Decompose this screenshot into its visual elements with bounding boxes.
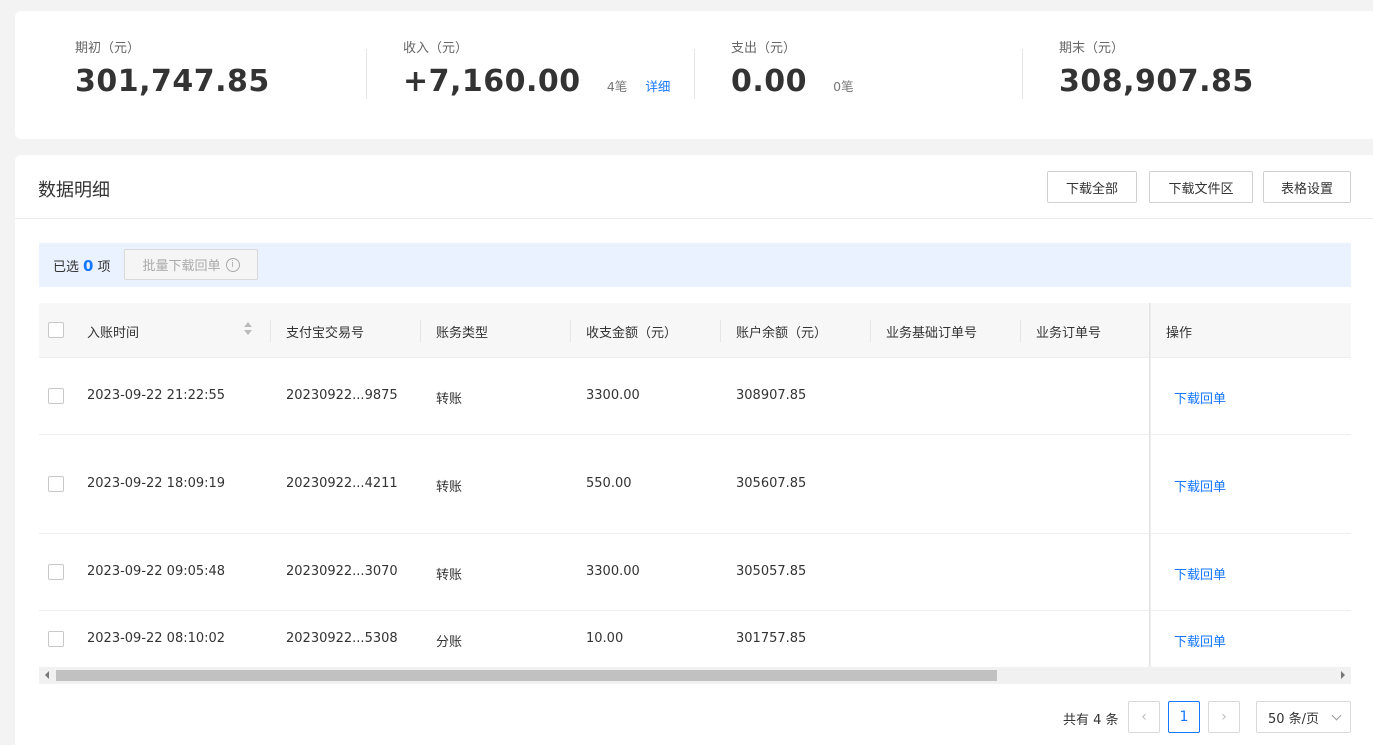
cell-amount: 3300.00 — [586, 564, 640, 579]
page-number-button[interactable]: 1 — [1168, 701, 1200, 733]
row-checkbox[interactable] — [48, 476, 64, 492]
next-page-button[interactable]: › — [1208, 701, 1240, 733]
sort-icon[interactable] — [244, 322, 252, 336]
cell-balance: 305057.85 — [736, 564, 807, 579]
divider — [366, 49, 367, 99]
chevron-right-icon: › — [1221, 709, 1227, 725]
prev-page-button[interactable]: ‹ — [1128, 701, 1160, 733]
col-divider — [270, 320, 271, 342]
stat-income-label: 收入（元） — [403, 41, 469, 56]
horizontal-scrollbar[interactable] — [39, 667, 1351, 684]
stat-income-value: +7,160.00 — [403, 64, 581, 99]
detail-card: 数据明细 下载全部 下载文件区 表格设置 已选 0 项 批量下载回单 i 入账时间 … — [15, 155, 1373, 745]
col-header[interactable]: 入账时间 — [87, 322, 139, 341]
divider — [1022, 49, 1023, 99]
cell-trade-no: 20230922...3070 — [286, 564, 398, 579]
selection-prefix: 已选 — [53, 260, 80, 275]
row-checkbox[interactable] — [48, 564, 64, 580]
cell-time: 2023-09-22 18:09:19 — [87, 476, 226, 491]
col-header: 操作 — [1166, 326, 1193, 341]
cell-amount: 550.00 — [586, 476, 632, 491]
cell-type: 转账 — [436, 480, 463, 495]
download-all-button[interactable]: 下载全部 — [1047, 171, 1137, 203]
cell-amount: 3300.00 — [586, 388, 640, 403]
download-receipt-link[interactable]: 下载回单 — [1174, 631, 1226, 650]
stat-expense: 支出（元） 0.00 0笔 — [731, 37, 854, 99]
cell-type: 转账 — [436, 392, 463, 407]
scrollbar-thumb[interactable] — [56, 670, 997, 681]
select-all-checkbox[interactable] — [48, 322, 64, 338]
detail-title: 数据明细 — [38, 180, 110, 201]
cell-amount: 10.00 — [586, 631, 624, 646]
table-header: 入账时间 支付宝交易号 账务类型 收支金额（元） 账户余额（元） 业务基础订单号… — [39, 303, 1351, 358]
divider — [694, 49, 695, 99]
col-header: 收支金额（元） — [586, 326, 678, 341]
cell-balance: 301757.85 — [736, 631, 807, 646]
selection-text: 已选 0 项 — [53, 256, 110, 275]
cell-trade-no: 20230922...4211 — [286, 476, 398, 491]
cell-time: 2023-09-22 21:22:55 — [87, 388, 226, 403]
table-row: 2023-09-22 18:09:19 20230922...4211 转账 5… — [39, 435, 1351, 534]
col-divider — [720, 320, 721, 342]
info-circle-icon: i — [225, 257, 240, 272]
chevron-down-icon — [1331, 710, 1342, 721]
cell-type: 分账 — [436, 635, 463, 650]
selection-bar: 已选 0 项 批量下载回单 i — [39, 243, 1351, 287]
table-row: 2023-09-22 09:05:48 20230922...3070 转账 3… — [39, 534, 1351, 611]
col-header: 业务基础订单号 — [886, 326, 978, 341]
cell-balance: 308907.85 — [736, 388, 807, 403]
stat-closing-value: 308,907.85 — [1059, 64, 1254, 99]
pagination-total: 共有 4 条 — [1063, 713, 1119, 728]
detail-header: 数据明细 下载全部 下载文件区 表格设置 — [15, 155, 1373, 219]
cell-time: 2023-09-22 08:10:02 — [87, 631, 226, 646]
summary-card: 期初（元） 301,747.85 收入（元） +7,160.00 4笔 详细 支… — [15, 11, 1373, 139]
batch-download-label: 批量下载回单 — [142, 259, 221, 274]
stat-closing-label: 期末（元） — [1059, 41, 1125, 56]
stat-expense-label: 支出（元） — [731, 41, 797, 56]
selection-suffix: 项 — [97, 260, 111, 275]
stat-opening-label: 期初（元） — [75, 41, 141, 56]
cell-type: 转账 — [436, 568, 463, 583]
scroll-left-icon[interactable] — [45, 671, 49, 679]
col-divider — [570, 320, 571, 342]
cell-trade-no: 20230922...5308 — [286, 631, 398, 646]
col-divider — [1020, 320, 1021, 342]
cell-trade-no: 20230922...9875 — [286, 388, 398, 403]
download-files-button[interactable]: 下载文件区 — [1149, 171, 1253, 203]
table-settings-button[interactable]: 表格设置 — [1263, 171, 1351, 203]
page-size-label: 50 条/页 — [1268, 711, 1320, 727]
col-divider — [420, 320, 421, 342]
stat-income-count: 4笔 — [606, 79, 628, 94]
batch-download-button[interactable]: 批量下载回单 i — [124, 249, 258, 280]
stat-expense-value: 0.00 — [731, 64, 808, 99]
col-header: 支付宝交易号 — [286, 326, 365, 341]
scroll-right-icon[interactable] — [1341, 671, 1345, 679]
stat-opening-value: 301,747.85 — [75, 64, 270, 99]
download-receipt-link[interactable]: 下载回单 — [1174, 476, 1226, 495]
download-receipt-link[interactable]: 下载回单 — [1174, 388, 1226, 407]
col-header: 账户余额（元） — [736, 326, 828, 341]
fixed-column-shadow — [1149, 303, 1151, 668]
col-divider — [870, 320, 871, 342]
table-row: 2023-09-22 08:10:02 20230922...5308 分账 1… — [39, 611, 1351, 667]
stat-opening: 期初（元） 301,747.85 — [75, 37, 270, 99]
row-checkbox[interactable] — [48, 631, 64, 647]
col-header: 账务类型 — [436, 326, 489, 341]
table-row: 2023-09-22 21:22:55 20230922...9875 转账 3… — [39, 358, 1351, 435]
income-detail-link[interactable]: 详细 — [645, 76, 670, 95]
col-header: 业务订单号 — [1036, 326, 1102, 341]
cell-balance: 305607.85 — [736, 476, 807, 491]
download-receipt-link[interactable]: 下载回单 — [1174, 564, 1226, 583]
selection-count: 0 — [83, 257, 94, 275]
row-checkbox[interactable] — [48, 388, 64, 404]
chevron-left-icon: ‹ — [1141, 709, 1147, 725]
cell-time: 2023-09-22 09:05:48 — [87, 564, 226, 579]
stat-closing: 期末（元） 308,907.85 — [1059, 37, 1254, 99]
data-table: 入账时间 支付宝交易号 账务类型 收支金额（元） 账户余额（元） 业务基础订单号… — [39, 303, 1351, 668]
stat-income: 收入（元） +7,160.00 4笔 详细 — [403, 37, 670, 99]
page-size-select[interactable]: 50 条/页 — [1256, 701, 1351, 733]
stat-expense-count: 0笔 — [833, 79, 854, 94]
